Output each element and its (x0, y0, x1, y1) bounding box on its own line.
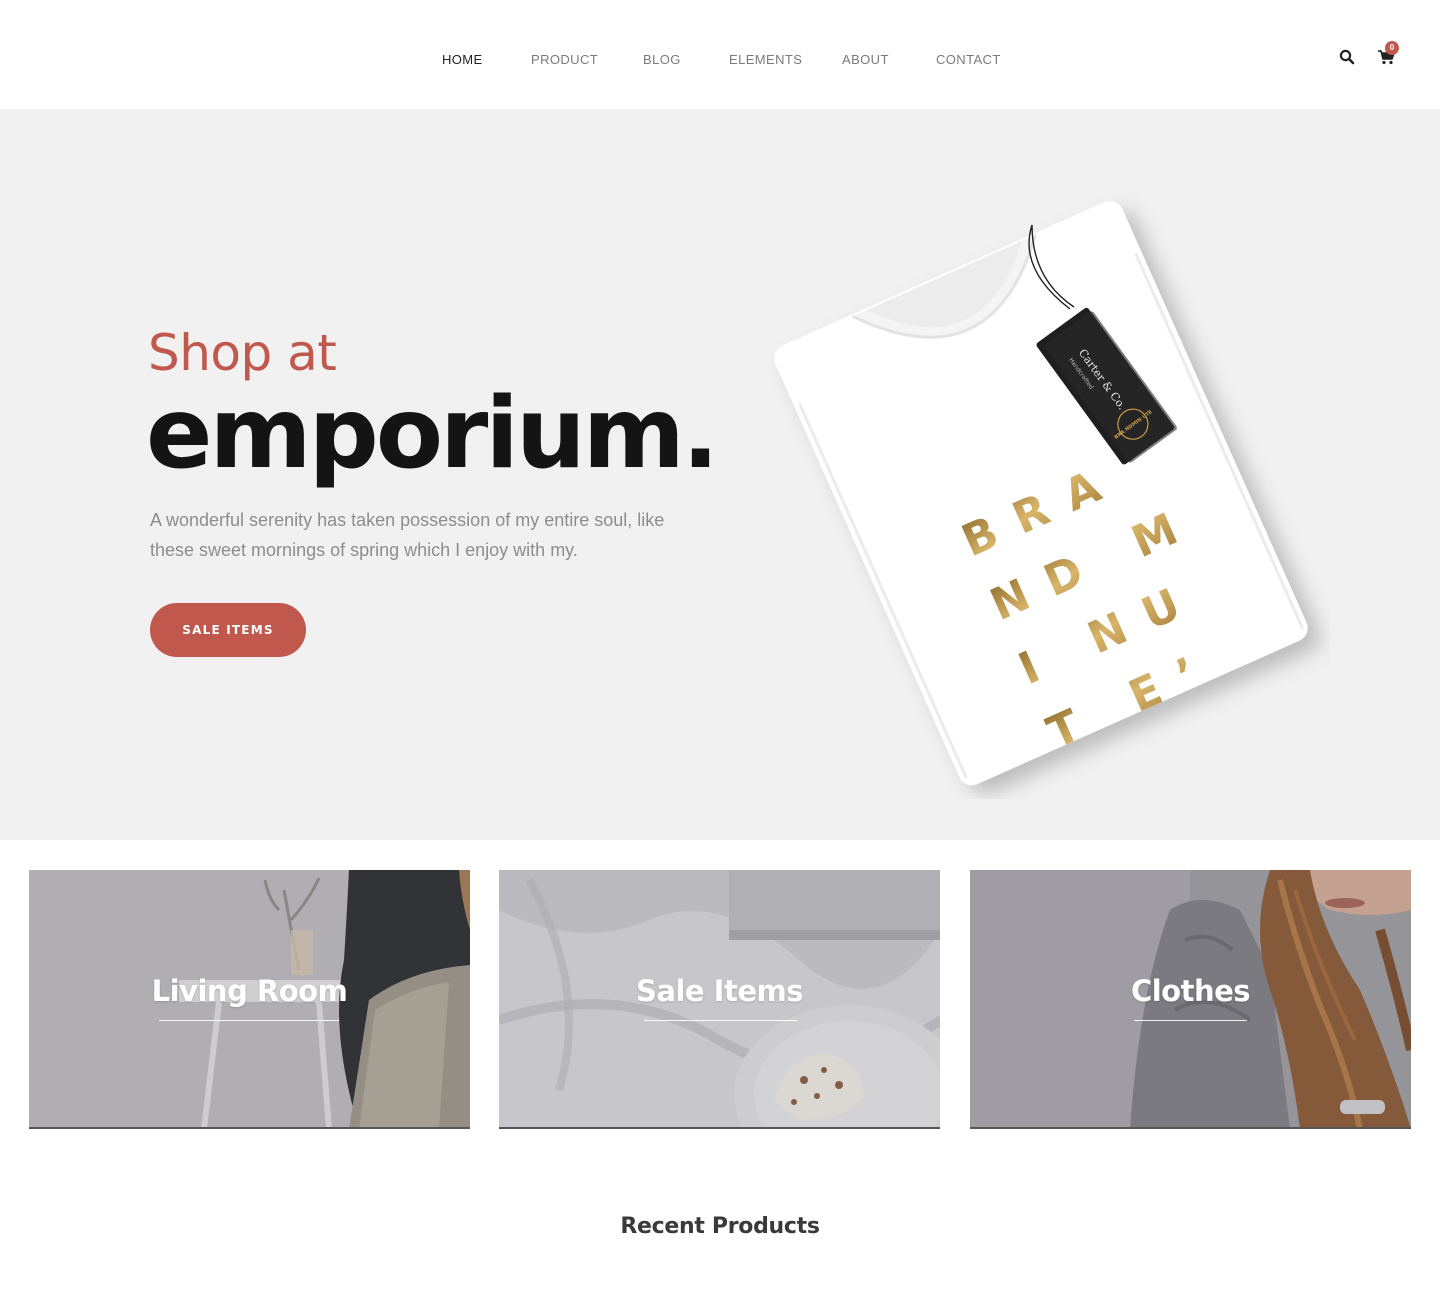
nav-item-contact[interactable]: CONTACT (936, 52, 1001, 67)
nav-item-blog[interactable]: BLOG (643, 52, 681, 67)
category-underline (159, 1020, 339, 1021)
search-icon[interactable] (1339, 49, 1355, 65)
hero-title: emporium. (146, 377, 719, 491)
category-card-sale-items[interactable]: Sale Items (499, 870, 940, 1129)
nav-item-about[interactable]: ABOUT (842, 52, 889, 67)
recent-products-title: Recent Products (620, 1214, 820, 1239)
cart-count-badge: 0 (1385, 41, 1399, 55)
hero-kicker: Shop at (148, 324, 337, 382)
category-card-clothes[interactable]: Clothes (970, 870, 1411, 1129)
category-title-clothes: Clothes (1130, 974, 1251, 1008)
main-nav: HOME PRODUCT BLOG ELEMENTS ABOUT CONTACT (0, 52, 1440, 70)
category-title-sale-items: Sale Items (636, 974, 803, 1008)
nav-item-home[interactable]: HOME (442, 52, 483, 67)
hero-section: Shop at emporium. A wonderful serenity h… (0, 109, 1440, 840)
sale-items-button[interactable]: SALE ITEMS (150, 603, 306, 657)
site-header: HOME PRODUCT BLOG ELEMENTS ABOUT CONTACT… (0, 0, 1440, 109)
nav-item-product[interactable]: PRODUCT (531, 52, 598, 67)
category-title-living-room: Living Room (151, 974, 348, 1008)
hero-description: A wonderful serenity has taken possessio… (150, 510, 665, 560)
category-cards: Living Room Sale Items Clothes (0, 840, 1440, 1140)
nav-item-elements[interactable]: ELEMENTS (729, 52, 802, 67)
category-underline (644, 1020, 797, 1021)
folded-tshirt-image: BRA ND M I NU T E’ Carter & Co. Handcraf… (774, 201, 1308, 786)
category-card-living-room[interactable]: Living Room (29, 870, 470, 1129)
category-underline (1134, 1020, 1247, 1021)
